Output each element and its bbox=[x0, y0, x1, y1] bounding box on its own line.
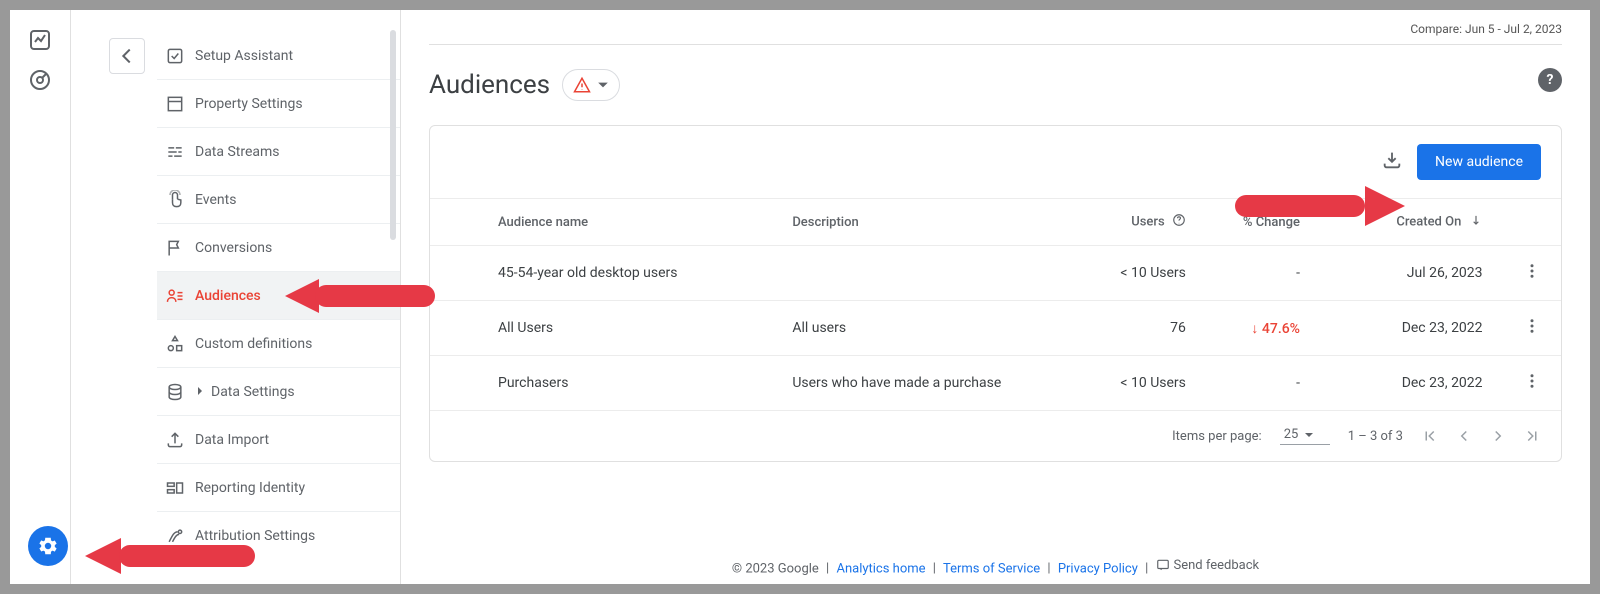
col-created[interactable]: Created On bbox=[1320, 199, 1503, 246]
cell-desc: All users bbox=[772, 301, 1069, 356]
audiences-table-card: New audience Audience name Description U… bbox=[429, 125, 1562, 462]
box-icon bbox=[165, 94, 195, 114]
nav-label: Data Import bbox=[195, 432, 269, 448]
nav-label: Reporting Identity bbox=[195, 480, 305, 496]
footer-tos-link[interactable]: Terms of Service bbox=[943, 561, 1040, 576]
nav-label: Data Streams bbox=[195, 144, 280, 160]
cell-created: Dec 23, 2022 bbox=[1320, 301, 1503, 356]
nav-property-settings[interactable]: Property Settings bbox=[157, 80, 400, 128]
cell-name: 45-54-year old desktop users bbox=[430, 246, 772, 301]
col-change[interactable]: % Change bbox=[1206, 199, 1320, 246]
footer-analytics-home-link[interactable]: Analytics home bbox=[836, 561, 925, 576]
upload-icon bbox=[165, 430, 195, 450]
col-description[interactable]: Description bbox=[772, 199, 1069, 246]
attribution-icon bbox=[165, 526, 195, 546]
nav-label: Events bbox=[195, 192, 236, 208]
cell-change: - bbox=[1206, 246, 1320, 301]
help-icon[interactable]: ? bbox=[1538, 68, 1562, 92]
new-audience-button[interactable]: New audience bbox=[1417, 144, 1541, 180]
cell-created: Dec 23, 2022 bbox=[1320, 356, 1503, 411]
nav-label: Attribution Settings bbox=[195, 528, 315, 544]
admin-sidebar: Setup Assistant Property Settings Data S… bbox=[70, 10, 400, 584]
warning-dropdown[interactable] bbox=[562, 69, 620, 101]
footer-privacy-link[interactable]: Privacy Policy bbox=[1058, 561, 1138, 576]
audiences-table: Audience name Description Users % Change… bbox=[430, 199, 1561, 410]
cell-created: Jul 26, 2023 bbox=[1320, 246, 1503, 301]
advertising-icon[interactable] bbox=[26, 66, 54, 94]
items-per-page-label: Items per page: bbox=[1172, 429, 1262, 444]
nav-label: Custom definitions bbox=[195, 336, 312, 352]
streams-icon bbox=[165, 142, 195, 162]
nav-data-import[interactable]: Data Import bbox=[157, 416, 400, 464]
nav-conversions[interactable]: Conversions bbox=[157, 224, 400, 272]
cell-users: 76 bbox=[1069, 301, 1206, 356]
nav-custom-definitions[interactable]: Custom definitions bbox=[157, 320, 400, 368]
reports-icon[interactable] bbox=[26, 26, 54, 54]
table-pager: Items per page: 25 1 – 3 of 3 bbox=[430, 410, 1561, 461]
row-menu-icon[interactable] bbox=[1503, 356, 1561, 411]
shapes-icon bbox=[165, 334, 195, 354]
cell-users: < 10 Users bbox=[1069, 356, 1206, 411]
row-menu-icon[interactable] bbox=[1503, 246, 1561, 301]
nav-label: Audiences bbox=[195, 288, 261, 304]
cell-change: - bbox=[1206, 356, 1320, 411]
table-row[interactable]: Purchasers Users who have made a purchas… bbox=[430, 356, 1561, 411]
cell-users: < 10 Users bbox=[1069, 246, 1206, 301]
nav-label: Property Settings bbox=[195, 96, 303, 112]
pager-first-icon[interactable] bbox=[1421, 427, 1439, 445]
pager-prev-icon[interactable] bbox=[1455, 427, 1473, 445]
pager-range: 1 – 3 of 3 bbox=[1348, 429, 1403, 444]
page-title: Audiences bbox=[429, 70, 550, 100]
footer-copyright: © 2023 Google bbox=[732, 561, 819, 576]
tap-icon bbox=[165, 190, 195, 210]
nav-label: Setup Assistant bbox=[195, 48, 293, 64]
pager-last-icon[interactable] bbox=[1523, 427, 1541, 445]
row-menu-icon[interactable] bbox=[1503, 301, 1561, 356]
cell-desc: Users who have made a purchase bbox=[772, 356, 1069, 411]
page-footer: © 2023 Google | Analytics home | Terms o… bbox=[429, 538, 1562, 585]
help-circle-icon[interactable] bbox=[1172, 216, 1186, 231]
admin-gear-button[interactable] bbox=[28, 526, 68, 566]
database-icon bbox=[165, 382, 195, 402]
col-users[interactable]: Users bbox=[1069, 199, 1206, 246]
icon-rail bbox=[10, 10, 70, 584]
compare-date-range: Compare: Jun 5 - Jul 2, 2023 bbox=[429, 18, 1562, 44]
download-icon[interactable] bbox=[1381, 149, 1403, 175]
nav-data-settings[interactable]: Data Settings bbox=[157, 368, 400, 416]
cell-name: Purchasers bbox=[430, 356, 772, 411]
cell-change: ↓ 47.6% bbox=[1206, 301, 1320, 356]
sidebar-scrollbar[interactable] bbox=[390, 30, 396, 240]
cell-name: All Users bbox=[430, 301, 772, 356]
nav-audiences[interactable]: Audiences bbox=[157, 272, 400, 320]
pager-next-icon[interactable] bbox=[1489, 427, 1507, 445]
nav-label: Data Settings bbox=[211, 384, 295, 400]
table-row[interactable]: 45-54-year old desktop users < 10 Users … bbox=[430, 246, 1561, 301]
identity-icon bbox=[165, 478, 195, 498]
nav-attribution-settings[interactable]: Attribution Settings bbox=[157, 512, 400, 560]
col-audience-name[interactable]: Audience name bbox=[430, 199, 772, 246]
checklist-icon bbox=[165, 46, 195, 66]
nav-setup-assistant[interactable]: Setup Assistant bbox=[157, 32, 400, 80]
nav-events[interactable]: Events bbox=[157, 176, 400, 224]
sort-desc-icon bbox=[1469, 216, 1483, 231]
app-frame: Setup Assistant Property Settings Data S… bbox=[10, 10, 1590, 584]
flag-icon bbox=[165, 238, 195, 258]
nav-reporting-identity[interactable]: Reporting Identity bbox=[157, 464, 400, 512]
main-content: Compare: Jun 5 - Jul 2, 2023 ? Audiences… bbox=[400, 10, 1590, 584]
audiences-icon bbox=[165, 286, 195, 306]
cell-desc bbox=[772, 246, 1069, 301]
table-row[interactable]: All Users All users 76 ↓ 47.6% Dec 23, 2… bbox=[430, 301, 1561, 356]
nav-label: Conversions bbox=[195, 240, 272, 256]
caret-right-icon bbox=[195, 384, 205, 400]
items-per-page-select[interactable]: 25 bbox=[1280, 427, 1330, 445]
nav-data-streams[interactable]: Data Streams bbox=[157, 128, 400, 176]
footer-feedback-link[interactable]: Send feedback bbox=[1156, 558, 1260, 573]
back-button[interactable] bbox=[109, 38, 145, 74]
